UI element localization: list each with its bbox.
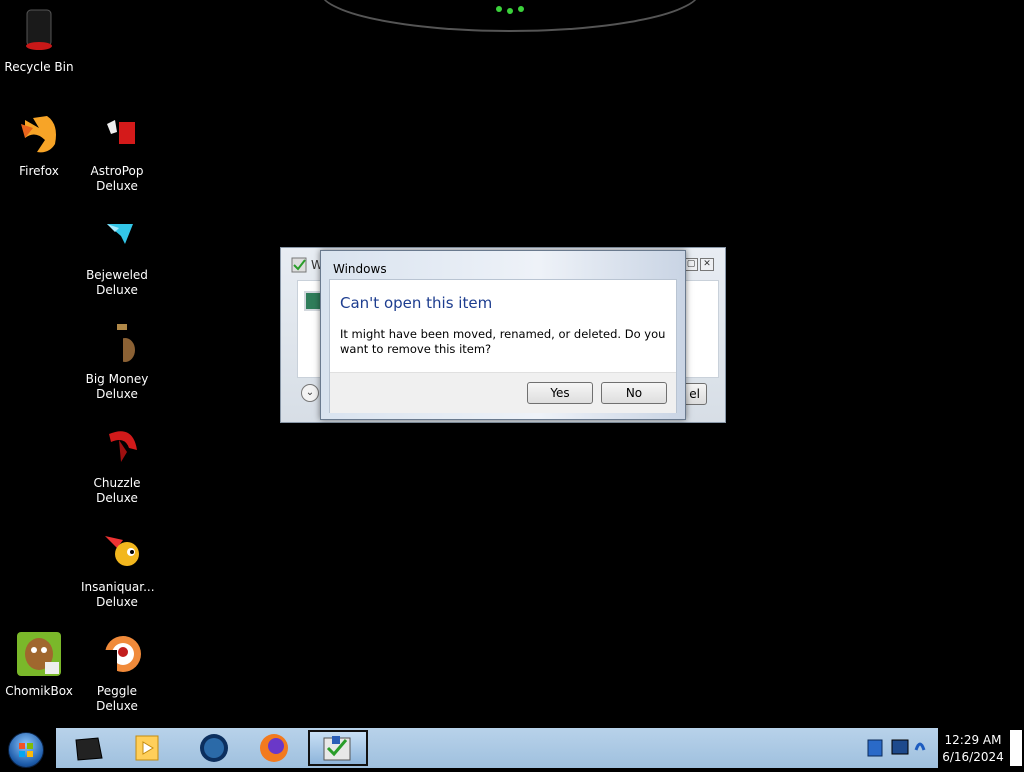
desktop-icon-label: Chuzzle Deluxe — [93, 476, 141, 505]
dialog-message: It might have been moved, renamed, or de… — [340, 327, 666, 356]
desktop-icon-firefox[interactable]: Firefox — [3, 110, 75, 179]
big-money-icon — [93, 318, 141, 366]
desktop-icon-insaniquarium[interactable]: Insaniquar... Deluxe — [81, 526, 155, 610]
system-tray — [862, 728, 938, 768]
chomikbox-icon — [15, 630, 63, 678]
taskbar-active-app-button[interactable] — [308, 730, 368, 766]
desktop-icon-chomikbox[interactable]: ChomikBox — [3, 630, 75, 699]
checkmark-app-icon — [291, 257, 307, 273]
desktop-icon-label: Insaniquar... Deluxe — [81, 580, 155, 609]
error-dialog: Windows Can't open this item It might ha… — [320, 250, 686, 420]
desktop-icon-label: Peggle Deluxe — [96, 684, 138, 713]
dialog-heading: Can't open this item — [340, 294, 493, 312]
desktop-icon-label: ChomikBox — [5, 684, 73, 698]
taskbar-media-player-button[interactable] — [122, 730, 178, 766]
bejeweled-icon — [93, 214, 141, 262]
peggle-icon — [93, 630, 141, 678]
clock[interactable]: 12:29 AM 6/16/2024 — [938, 728, 1024, 768]
maximize-button[interactable]: ▢ — [684, 258, 698, 271]
astropop-icon — [93, 110, 141, 158]
taskbar-recycle-bin-button[interactable] — [60, 730, 116, 766]
chuzzle-icon — [93, 422, 141, 470]
show-desktop-button[interactable] — [1010, 730, 1022, 766]
desktop-icon-label: AstroPop Deluxe — [90, 164, 144, 193]
desktop-icon-big-money[interactable]: Big Money Deluxe — [81, 318, 153, 402]
top-decoration — [320, 0, 700, 30]
chevron-down-icon[interactable]: ⌄ — [301, 384, 319, 402]
yes-button[interactable]: Yes — [527, 382, 593, 404]
no-button[interactable]: No — [601, 382, 667, 404]
desktop-icon-label: Big Money Deluxe — [85, 372, 149, 401]
start-button[interactable] — [8, 732, 44, 768]
recycle-bin-icon — [15, 6, 63, 54]
desktop-icon-recycle-bin[interactable]: Recycle Bin — [3, 6, 75, 75]
insaniquarium-icon — [93, 526, 141, 574]
desktop-icon-label: Recycle Bin — [4, 60, 74, 74]
clock-date: 6/16/2024 — [942, 750, 1004, 764]
desktop-icon-label: Firefox — [19, 164, 59, 178]
taskbar-browser-button[interactable] — [186, 730, 242, 766]
taskbar-firefox-button[interactable] — [246, 730, 302, 766]
close-button[interactable]: ✕ — [700, 258, 714, 271]
dialog-footer: Yes No — [330, 372, 676, 413]
desktop-icon-label: Bejeweled Deluxe — [86, 268, 148, 297]
taskbar: 12:29 AM 6/16/2024 — [0, 728, 1024, 768]
green-dots-icon — [496, 6, 524, 16]
firefox-icon — [15, 110, 63, 158]
dialog-title: Windows — [333, 262, 387, 276]
desktop-icon-peggle[interactable]: Peggle Deluxe — [81, 630, 153, 714]
clock-time: 12:29 AM — [944, 733, 1002, 747]
desktop-icon-astropop[interactable]: AstroPop Deluxe — [81, 110, 153, 194]
desktop-icon-chuzzle[interactable]: Chuzzle Deluxe — [81, 422, 153, 506]
desktop-icon-bejeweled[interactable]: Bejeweled Deluxe — [81, 214, 153, 298]
dialog-body: Can't open this item It might have been … — [329, 279, 677, 413]
